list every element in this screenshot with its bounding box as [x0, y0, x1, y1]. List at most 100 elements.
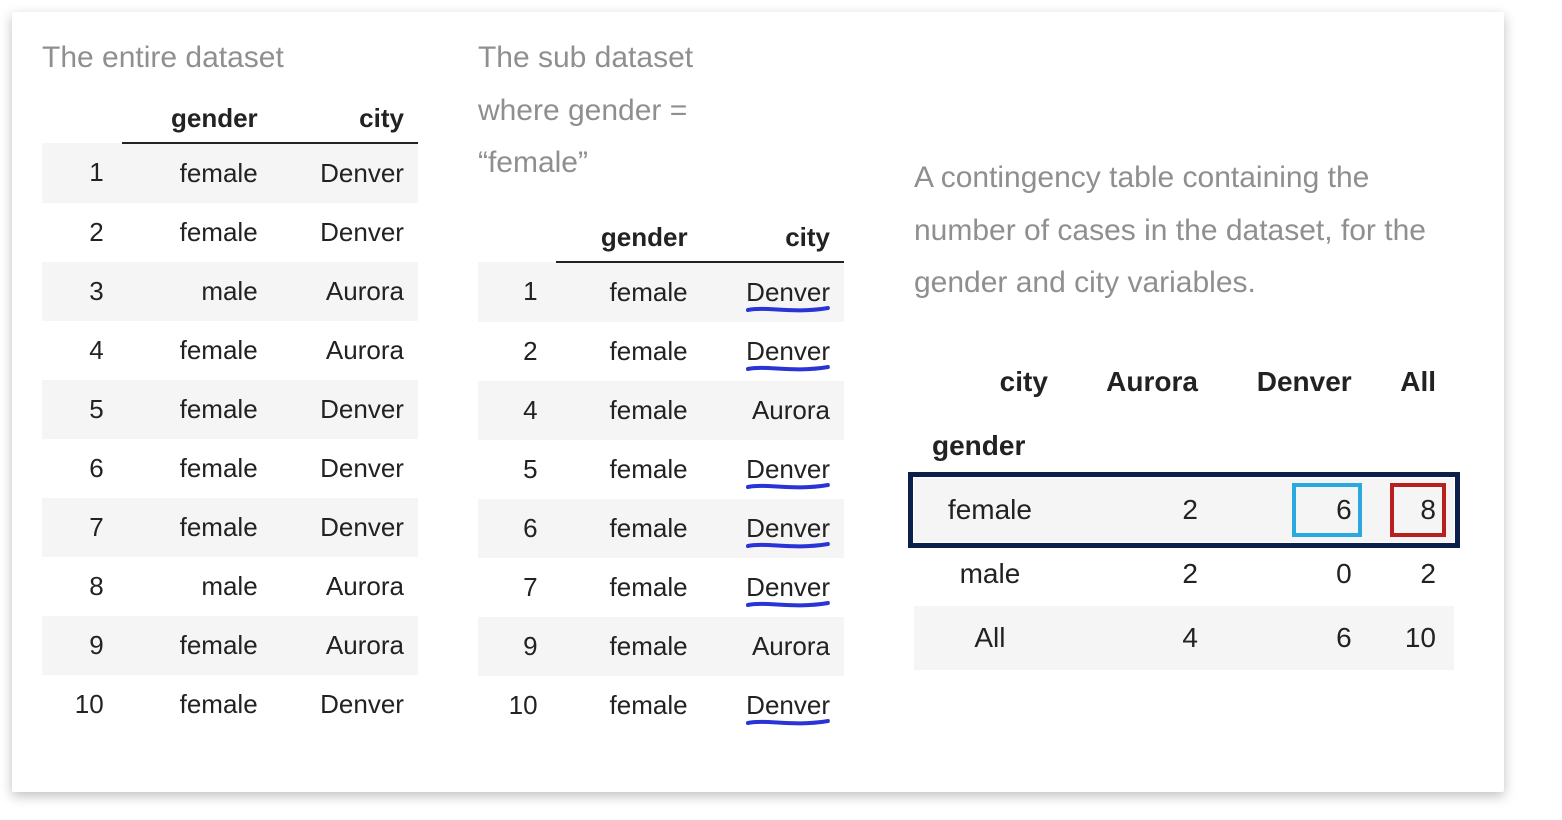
col-contingency: A contingency table containing the numbe… [914, 32, 1474, 670]
cell-city: Aurora [272, 616, 418, 675]
cell-gender: female [556, 676, 702, 735]
ct-cell: 0 [1216, 542, 1370, 606]
figure-panel: The entire dataset gender city 1femaleDe… [12, 12, 1504, 792]
ct-col-header: All [1370, 350, 1454, 414]
table-row: 1femaleDenver [478, 262, 844, 322]
table-row: 7femaleDenver [42, 498, 418, 557]
cell-city: Denver [272, 675, 418, 734]
cell-city: Denver [702, 262, 844, 322]
table-row: 4femaleAurora [478, 381, 844, 440]
table-row: 5femaleDenver [478, 440, 844, 499]
cell-idx: 3 [42, 262, 122, 321]
table-row: 5femaleDenver [42, 380, 418, 439]
cell-idx: 6 [42, 439, 122, 498]
cell-city: Aurora [272, 262, 418, 321]
caption-text: “female” [478, 146, 588, 179]
cell-gender: female [122, 498, 272, 557]
cell-city: Denver [272, 439, 418, 498]
col-header-city: city [702, 216, 844, 262]
ct-blank [1370, 414, 1454, 478]
contingency-table: city Aurora Denver All gender [914, 350, 1454, 670]
col-header-index [42, 97, 122, 143]
ct-cell-highlight-blue: 6 [1216, 478, 1370, 542]
caption-contingency: A contingency table containing the numbe… [914, 152, 1474, 310]
col-sub-dataset: The sub dataset where gender = “female” … [478, 32, 844, 735]
cell-gender: male [122, 262, 272, 321]
ct-cell: 4 [1066, 606, 1216, 670]
pen-underline-icon [746, 481, 830, 491]
ct-blank [1066, 414, 1216, 478]
cell-idx: 7 [42, 498, 122, 557]
table-row: 10femaleDenver [42, 675, 418, 734]
ct-index-name: gender [914, 414, 1066, 478]
table-row: 4femaleAurora [42, 321, 418, 380]
table-row: 8maleAurora [42, 557, 418, 616]
table-row: 9femaleAurora [478, 617, 844, 676]
cell-gender: female [556, 440, 702, 499]
cell-idx: 5 [478, 440, 556, 499]
pen-underline-icon [746, 304, 830, 314]
cell-idx: 5 [42, 380, 122, 439]
caption-entire-dataset: The entire dataset [42, 32, 418, 85]
cell-gender: female [122, 321, 272, 380]
caption-text: number of cases in the dataset, for the [914, 214, 1426, 247]
cell-gender: female [556, 558, 702, 617]
cell-gender: female [122, 675, 272, 734]
ct-cell: 2 [1066, 478, 1216, 542]
table-row: 10femaleDenver [478, 676, 844, 735]
cell-idx: 1 [42, 143, 122, 203]
col-header-city: city [272, 97, 418, 143]
table-row: 3maleAurora [42, 262, 418, 321]
table-row: 2femaleDenver [478, 322, 844, 381]
cell-city: Denver [702, 558, 844, 617]
figure-canvas: The entire dataset gender city 1femaleDe… [0, 0, 1562, 820]
table-row: 6femaleDenver [478, 499, 844, 558]
cell-gender: female [556, 499, 702, 558]
cell-gender: female [122, 439, 272, 498]
table-row: 2femaleDenver [42, 203, 418, 262]
contingency-wrapper: city Aurora Denver All gender [914, 310, 1474, 670]
table-row: 9femaleAurora [42, 616, 418, 675]
ct-cell: 2 [1370, 542, 1454, 606]
cell-city: Aurora [272, 321, 418, 380]
cell-city: Aurora [702, 381, 844, 440]
cell-idx: 4 [42, 321, 122, 380]
cell-gender: female [556, 617, 702, 676]
cell-gender: female [556, 322, 702, 381]
cell-gender: female [122, 203, 272, 262]
cell-city: Denver [272, 203, 418, 262]
ct-row-label: female [914, 478, 1066, 542]
cell-gender: female [122, 380, 272, 439]
caption-text: gender and city variables. [914, 266, 1256, 299]
cell-city: Aurora [272, 557, 418, 616]
ct-row-label: All [914, 606, 1066, 670]
ct-row-all: All 4 6 10 [914, 606, 1454, 670]
cell-gender: male [122, 557, 272, 616]
col-header-index [478, 216, 556, 262]
col-entire-dataset: The entire dataset gender city 1femaleDe… [42, 32, 418, 734]
col-header-gender: gender [122, 97, 272, 143]
cell-idx: 9 [478, 617, 556, 676]
cell-idx: 9 [42, 616, 122, 675]
ct-row-female: female 2 6 8 [914, 478, 1454, 542]
cell-idx: 10 [42, 675, 122, 734]
ct-row-male: male 2 0 2 [914, 542, 1454, 606]
ct-cell: 10 [1370, 606, 1454, 670]
pen-underline-icon [746, 599, 830, 609]
cell-city: Denver [702, 440, 844, 499]
cell-city: Denver [272, 143, 418, 203]
cell-idx: 2 [478, 322, 556, 381]
cell-city: Denver [702, 322, 844, 381]
cell-gender: female [122, 143, 272, 203]
ct-col-header: Denver [1216, 350, 1370, 414]
cell-idx: 7 [478, 558, 556, 617]
ct-col-name: city [914, 350, 1066, 414]
cell-idx: 4 [478, 381, 556, 440]
cell-idx: 6 [478, 499, 556, 558]
ct-blank [1216, 414, 1370, 478]
ct-cell: 2 [1066, 542, 1216, 606]
pen-underline-icon [746, 717, 830, 727]
pen-underline-icon [746, 363, 830, 373]
cell-gender: female [556, 262, 702, 322]
cell-city: Denver [702, 499, 844, 558]
